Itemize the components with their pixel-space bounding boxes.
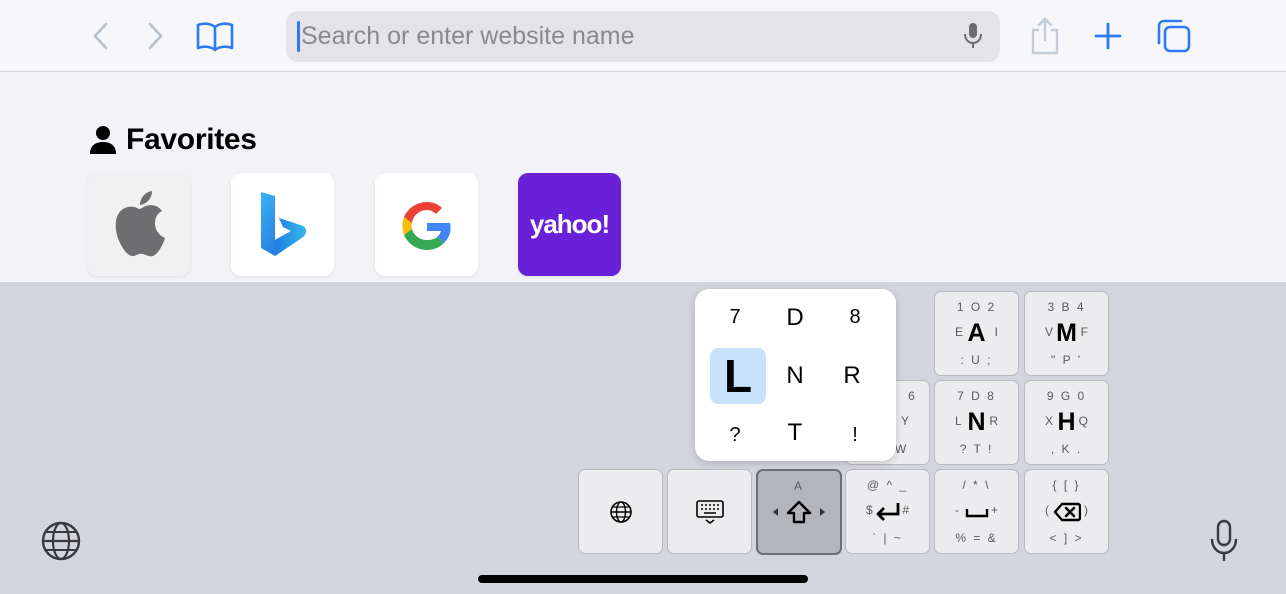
favorite-bing[interactable]: [231, 173, 334, 276]
popup-cell-d[interactable]: D: [767, 290, 823, 346]
shift-key[interactable]: A: [756, 469, 842, 555]
plus-icon[interactable]: [1090, 18, 1126, 54]
person-icon: [88, 124, 118, 156]
microphone-icon[interactable]: [958, 20, 988, 52]
key-h-bottom: , K .: [1050, 442, 1083, 456]
apple-logo-icon: [115, 190, 165, 256]
browser-toolbar: [0, 0, 1286, 72]
key-n[interactable]: 7 D 8 L N R ? T !: [934, 380, 1019, 465]
key-m[interactable]: 3 B 4 V M F " P ': [1024, 291, 1109, 376]
key-a-center: A: [967, 319, 986, 347]
chevron-left-icon[interactable]: [86, 20, 116, 52]
globe-key[interactable]: [578, 469, 663, 554]
key-m-center: M: [1056, 319, 1077, 347]
key-m-bottom: " P ': [1050, 353, 1082, 367]
dictation-microphone-icon[interactable]: [1206, 518, 1242, 564]
share-icon[interactable]: [1026, 14, 1064, 58]
key-h-top: 9 G 0: [1046, 389, 1087, 403]
favorite-google[interactable]: [375, 173, 478, 276]
popup-cell-question[interactable]: ?: [707, 407, 763, 463]
key-n-top: 7 D 8: [957, 389, 996, 403]
keyboard-switch-key[interactable]: [667, 469, 752, 554]
search-input[interactable]: [301, 13, 941, 60]
yahoo-logo: yahoo!: [529, 209, 610, 239]
delete-key[interactable]: { [ } ( ) < ] >: [1024, 469, 1109, 554]
key-a[interactable]: 1 O 2 E A I : U ;: [934, 291, 1019, 376]
shift-icon: [758, 471, 840, 553]
bing-logo-icon: [260, 191, 306, 256]
favorite-yahoo[interactable]: yahoo!: [518, 173, 621, 276]
space-icon: [935, 470, 1018, 553]
popup-cell-t[interactable]: T: [767, 405, 823, 461]
key-h[interactable]: 9 G 0 X H Q , K .: [1024, 380, 1109, 465]
key-n-right: R: [989, 414, 998, 428]
key-y-right: Y: [900, 414, 909, 428]
popup-cell-8[interactable]: 8: [827, 289, 883, 345]
key-a-right: I: [994, 325, 998, 339]
google-logo-icon: [402, 201, 451, 250]
key-n-center: N: [967, 408, 986, 436]
globe-icon: [579, 470, 662, 553]
space-key[interactable]: / * \ - + % = &: [934, 469, 1019, 554]
popup-cell-exclamation[interactable]: !: [827, 407, 883, 463]
delete-icon: [1025, 470, 1108, 553]
favorites-header: Favorites: [88, 120, 257, 160]
key-m-right: F: [1080, 325, 1088, 339]
key-n-bottom: ? T !: [959, 442, 994, 456]
key-m-top: 3 B 4: [1047, 300, 1086, 314]
home-indicator: [478, 575, 808, 583]
key-a-bottom: : U ;: [960, 353, 993, 367]
key-h-center: H: [1057, 408, 1076, 436]
key-a-top: 1 O 2: [956, 300, 997, 314]
key-h-right: Q: [1078, 414, 1088, 428]
popup-cell-l-selected[interactable]: L: [710, 348, 766, 404]
tabs-icon[interactable]: [1152, 16, 1194, 56]
book-icon[interactable]: [194, 18, 236, 54]
popup-cell-r[interactable]: R: [824, 348, 880, 404]
popup-cell-7[interactable]: 7: [707, 289, 763, 345]
keyboard-icon: [668, 470, 751, 553]
favorite-apple[interactable]: [87, 173, 190, 276]
globe-icon[interactable]: [40, 520, 82, 562]
favorites-title: Favorites: [126, 123, 257, 156]
text-cursor: [297, 21, 300, 52]
return-key[interactable]: @ ^ _ $ # ` | ~: [845, 469, 930, 554]
chevron-right-icon[interactable]: [140, 20, 170, 52]
popup-cell-n[interactable]: N: [767, 348, 823, 404]
character-popup: 7 D 8 L N R ? T !: [695, 289, 896, 461]
return-icon: [846, 470, 929, 553]
